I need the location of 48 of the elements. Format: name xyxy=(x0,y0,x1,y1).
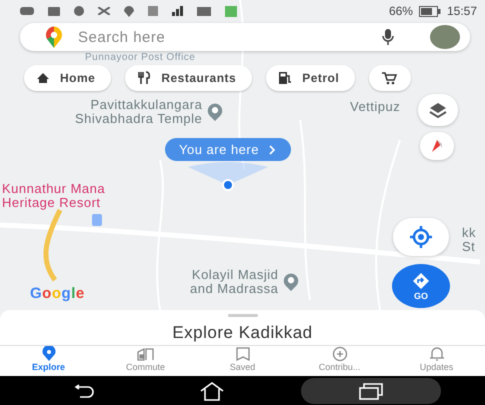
place-pin-icon[interactable] xyxy=(206,102,224,122)
maps-pin-icon xyxy=(44,25,64,49)
place-label[interactable]: Kunnathur Mana Heritage Resort xyxy=(2,182,106,210)
map-logo: Google xyxy=(30,285,85,302)
battery-percentage: 66% xyxy=(388,4,413,18)
category-chip[interactable]: Restaurants xyxy=(125,65,252,91)
place-pin-icon[interactable] xyxy=(282,272,300,292)
home-icon xyxy=(199,380,226,400)
layers-button[interactable] xyxy=(418,94,458,126)
you-are-here-bubble[interactable]: You are here xyxy=(165,138,291,161)
sheet-title: Explore Kadikkad xyxy=(172,323,313,343)
battery-icon xyxy=(418,6,441,16)
fork-knife-icon xyxy=(137,71,152,85)
search-field[interactable]: Search here xyxy=(76,28,370,46)
back-icon xyxy=(72,384,96,398)
fuel-pump-icon xyxy=(278,71,292,85)
search-bar[interactable]: Search here xyxy=(20,23,470,51)
compass-icon xyxy=(430,138,444,154)
microphone-icon[interactable] xyxy=(382,28,394,46)
location-icon xyxy=(124,6,134,16)
nav-tab[interactable]: Contribu... xyxy=(294,346,384,376)
directions-icon xyxy=(412,272,430,290)
recent-apps-button[interactable] xyxy=(300,378,441,404)
nav-tab[interactable]: Explore xyxy=(4,346,94,376)
go-button[interactable]: GO xyxy=(392,264,450,308)
recent-apps-icon xyxy=(358,382,384,400)
my-location-icon xyxy=(409,225,433,249)
nav-tab[interactable]: Saved xyxy=(198,346,288,376)
place-label[interactable]: Pavittakkulangara Shivabhadra Temple xyxy=(75,98,202,126)
category-chip[interactable]: Petrol xyxy=(266,65,356,91)
place-label[interactable]: kk St xyxy=(462,226,476,254)
chevron-icon xyxy=(266,144,277,154)
cart-icon xyxy=(381,71,398,85)
place-label[interactable]: Kolayil Masjid and Madrassa xyxy=(190,268,278,296)
nav-tab[interactable]: Updates xyxy=(392,346,482,376)
place-label[interactable]: Punnayoor Post Office xyxy=(85,52,196,63)
home-icon xyxy=(36,72,50,84)
compass-button[interactable] xyxy=(420,132,454,160)
clock: 15:57 xyxy=(446,4,477,18)
my-location-button[interactable] xyxy=(393,218,449,256)
place-label[interactable]: Vettipuz xyxy=(350,100,400,114)
signal-icon xyxy=(172,6,183,16)
nav-tab[interactable]: Commute xyxy=(100,346,190,376)
category-chip[interactable]: Home xyxy=(24,65,112,91)
avatar[interactable] xyxy=(430,25,460,49)
commute-icon xyxy=(136,346,156,362)
cross-icon xyxy=(98,7,110,15)
layers-icon xyxy=(428,101,448,119)
